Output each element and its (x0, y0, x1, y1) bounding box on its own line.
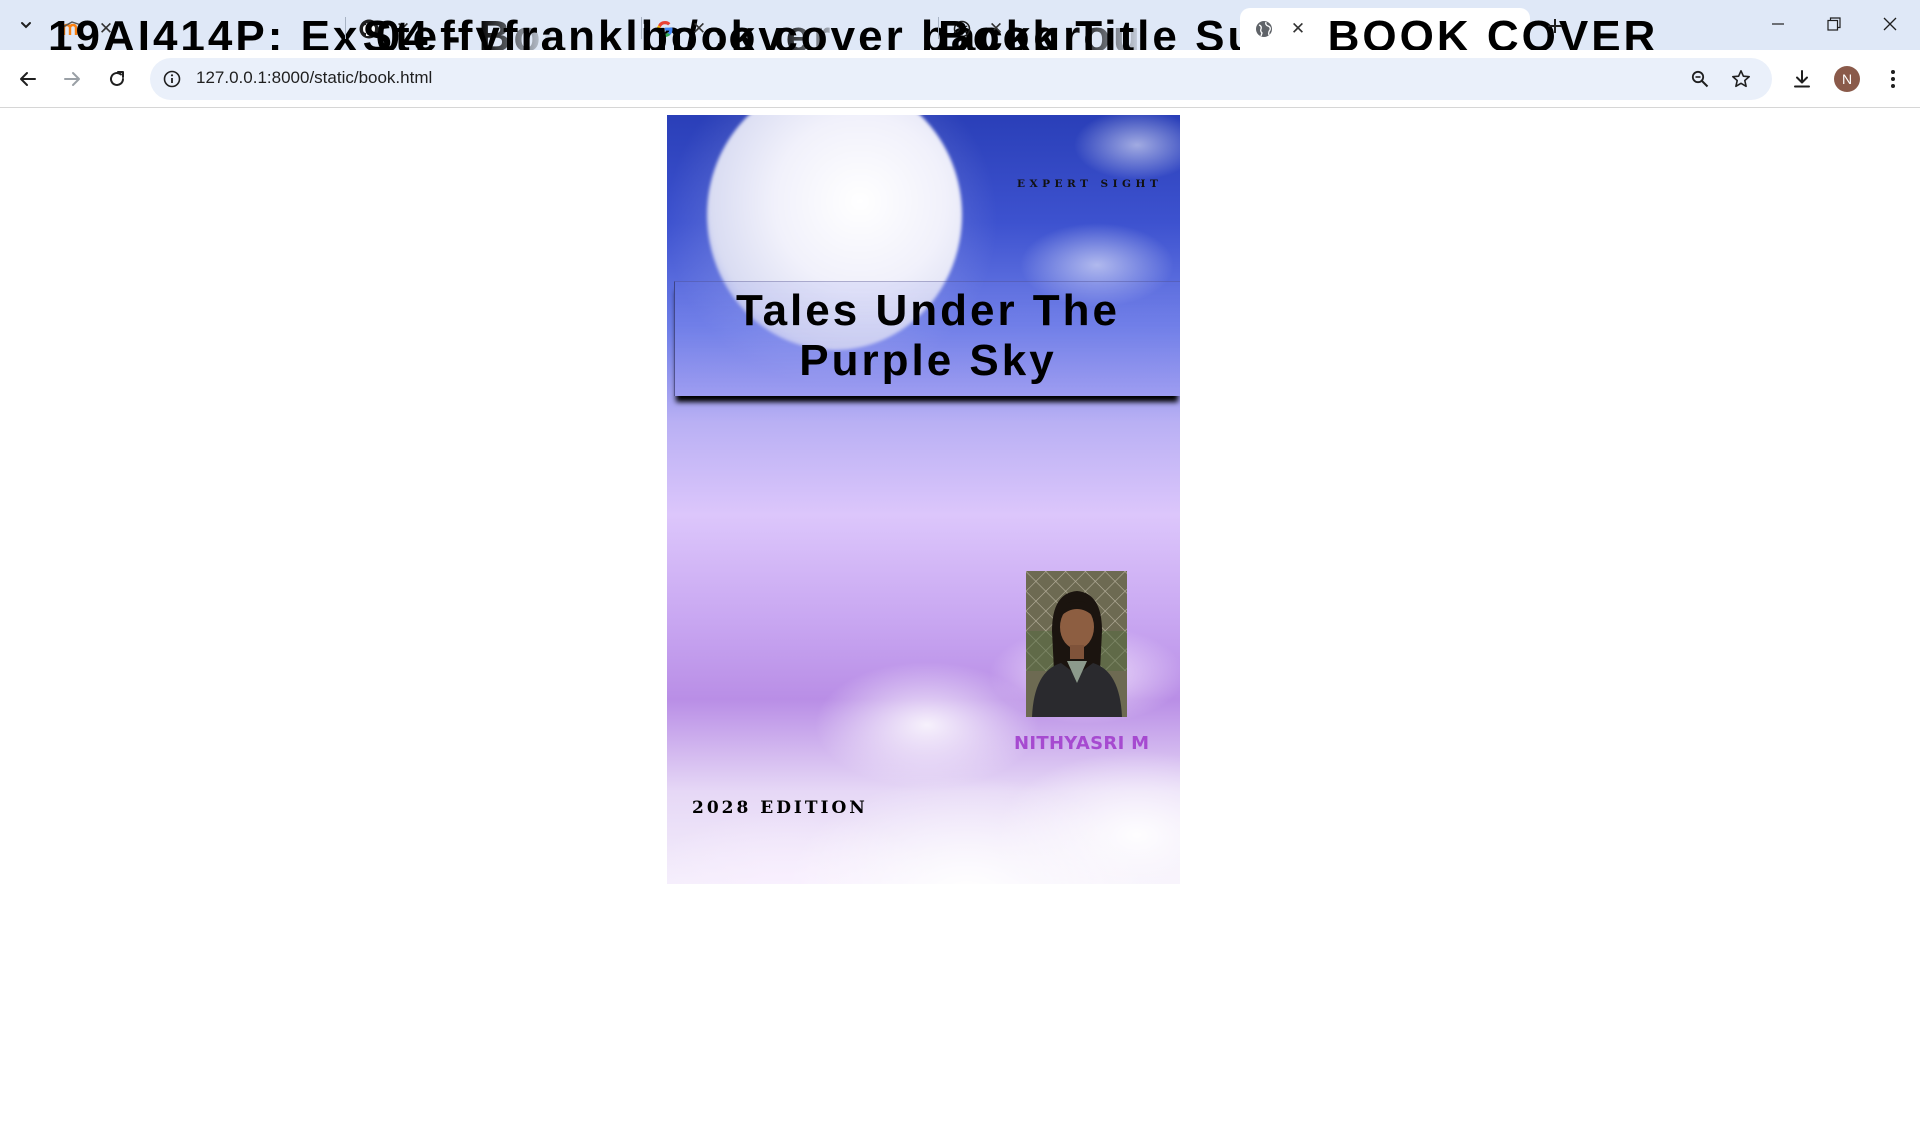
menu-button[interactable] (1876, 62, 1910, 96)
restore-icon (1827, 17, 1841, 31)
site-info-icon[interactable] (160, 67, 184, 91)
tab-github-repo[interactable]: Steffyfranklin/cover ✕ (345, 8, 830, 61)
minimize-button[interactable] (1750, 0, 1806, 48)
profile-button[interactable]: N (1830, 62, 1864, 96)
reload-icon (110, 71, 124, 86)
download-icon (1794, 70, 1810, 88)
chevron-down-icon (21, 22, 31, 29)
arrow-right-icon (64, 72, 80, 86)
close-icon (1883, 17, 1897, 31)
avatar: N (1834, 66, 1860, 92)
arrow-left-icon (20, 72, 36, 86)
url-text[interactable]: 127.0.0.1:8000/static/book.html (196, 68, 432, 88)
zoom-icon[interactable] (1688, 67, 1712, 91)
bookmark-star-icon[interactable] (1729, 67, 1753, 91)
tab-chatgpt[interactable]: Book Title Suggestions ✕ (938, 8, 1444, 61)
restore-button[interactable] (1806, 0, 1862, 48)
address-bar[interactable]: 127.0.0.1:8000/static/book.html (150, 58, 1772, 100)
back-button[interactable] (11, 62, 45, 96)
publisher-name: EXPERT SIGHT (1017, 178, 1163, 190)
downloads-button[interactable] (1785, 62, 1819, 96)
new-tab-button[interactable] (1541, 12, 1569, 40)
reload-button[interactable] (100, 62, 134, 96)
window-close-button[interactable] (1862, 0, 1918, 48)
author-name: NITHYASRI M (1014, 733, 1150, 754)
tab-google-search[interactable]: book cover background purple ✕ (641, 8, 1147, 61)
tab-search-button[interactable] (10, 12, 42, 38)
forward-button[interactable] (55, 62, 89, 96)
tab-strip: 19AI414P: Ex 04 - Book Front Cover ✕ Ste… (0, 0, 1920, 61)
title-banner: Tales Under The Purple Sky (674, 281, 1180, 396)
book-title: Tales Under The Purple Sky (735, 286, 1121, 385)
kebab-menu-icon (1891, 70, 1895, 88)
author-photo (1026, 571, 1127, 717)
minimize-icon (1772, 23, 1784, 25)
tab-course-page[interactable]: 19AI414P: Ex 04 - Book Front Cover ✕ (48, 8, 554, 61)
edition-label: 2028 EDITION (692, 798, 868, 818)
plus-icon (1548, 19, 1562, 33)
book-cover: EXPERT SIGHT Tales Under The Purple Sky … (667, 115, 1180, 884)
tab-book-cover[interactable]: BOOK COVER ✕ (1240, 8, 1655, 61)
